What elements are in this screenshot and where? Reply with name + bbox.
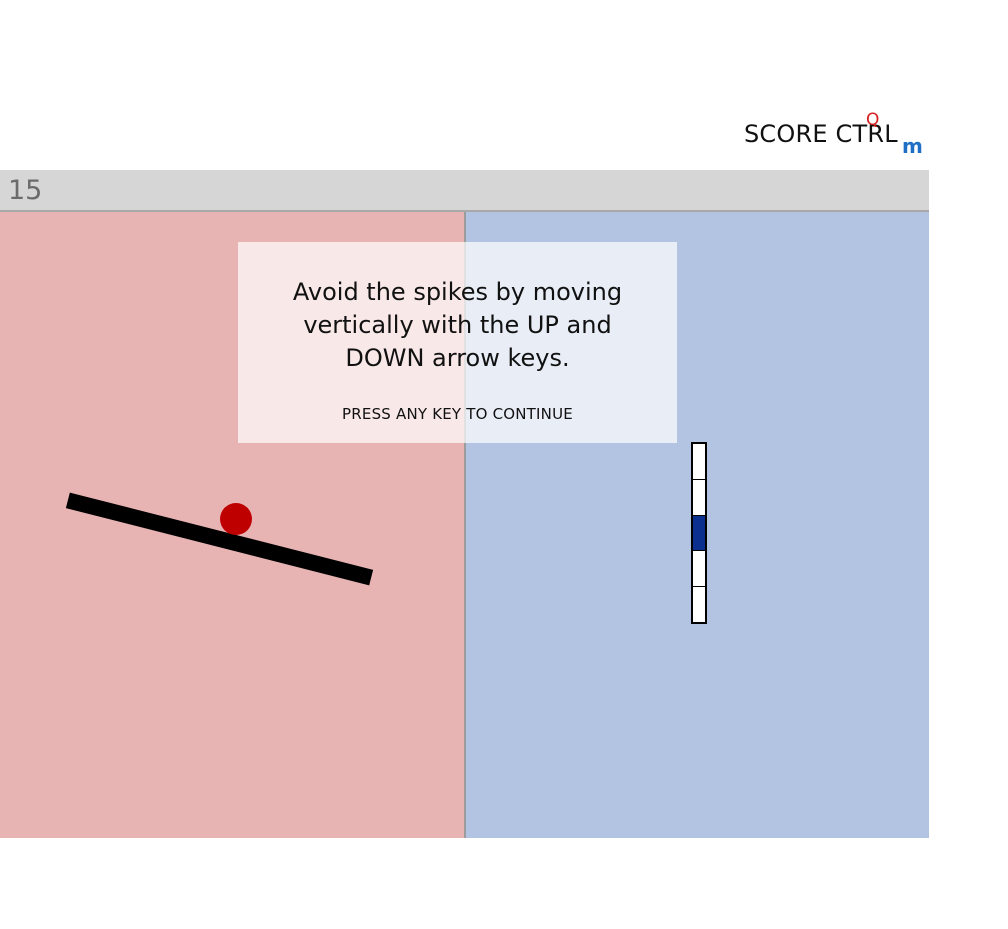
instruction-text: Avoid the spikes by moving vertically wi… [292,278,623,372]
gauge-segment [693,587,705,622]
vertical-position-gauge [691,442,707,624]
instruction-overlay[interactable]: Avoid the spikes by moving vertically wi… [238,242,677,443]
trial-counter: 15 [8,175,43,206]
continue-prompt: PRESS ANY KEY TO CONTINUE [342,405,573,423]
game-stage: SCORE CTRL Q m 15 Avoid the spikes by mo… [0,0,1008,929]
gauge-segment [693,444,705,480]
ball [220,503,252,535]
logo-superscript: Q [866,110,880,130]
gauge-segment-active [693,515,705,552]
score-ctrl-logo: SCORE CTRL Q m [744,110,934,158]
gauge-segment [693,551,705,588]
gauge-segment [693,479,705,516]
header-bar: 15 [0,170,929,212]
logo-subscript: m [902,134,923,158]
